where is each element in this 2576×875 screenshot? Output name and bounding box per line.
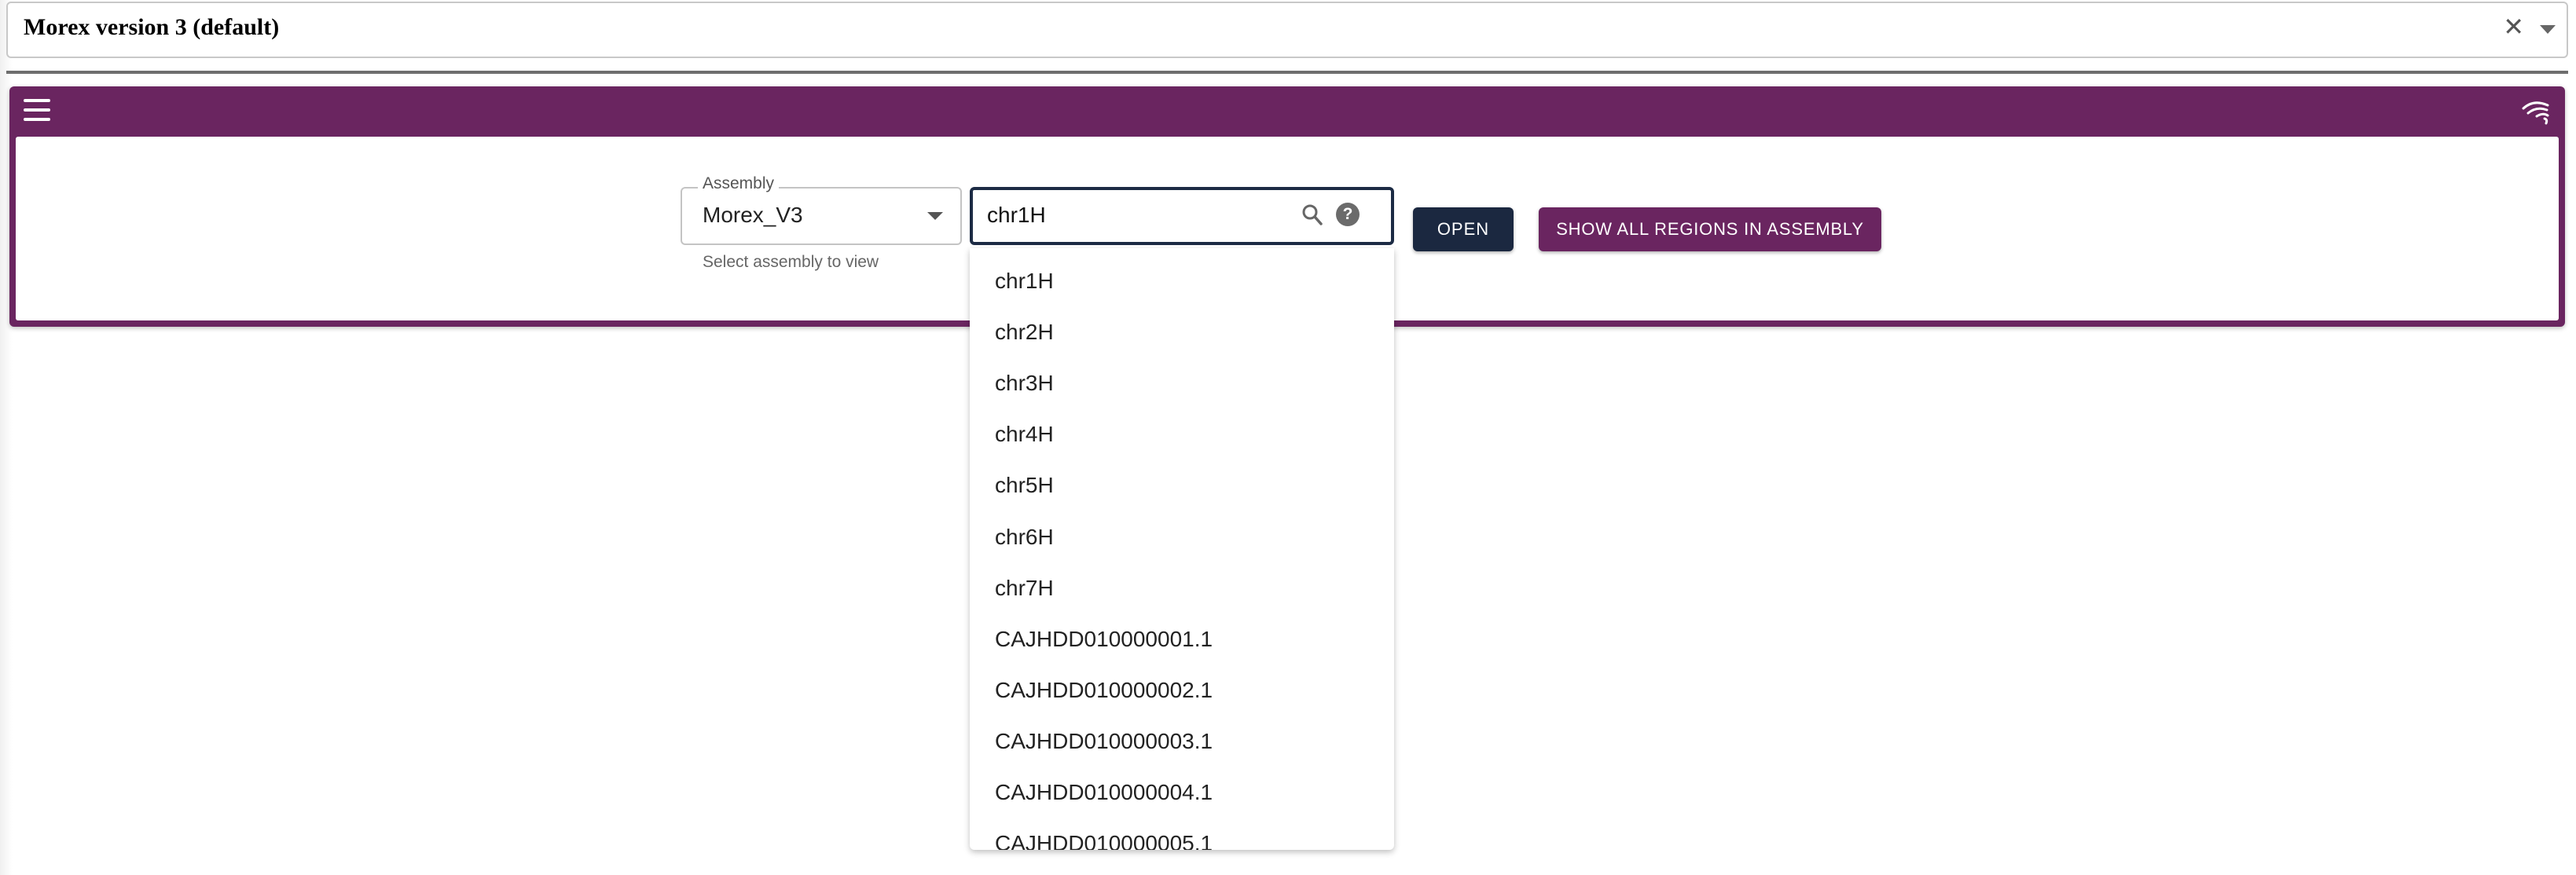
hamburger-menu-icon[interactable] [24,99,50,121]
help-icon[interactable]: ? [1336,203,1360,226]
show-all-regions-button[interactable]: SHOW ALL REGIONS IN ASSEMBLY [1539,207,1881,251]
list-item[interactable]: chr3H [995,371,1054,396]
open-button[interactable]: OPEN [1413,207,1514,251]
list-item[interactable]: CAJHDD010000005.1 [995,831,1213,850]
list-item[interactable]: chr2H [995,320,1054,345]
list-item[interactable]: chr4H [995,422,1054,447]
session-title: Morex version 3 (default) [24,14,280,40]
search-input-value[interactable]: chr1H [987,203,1046,228]
list-item[interactable]: chr1H [995,269,1054,294]
list-item[interactable]: chr6H [995,525,1054,550]
assembly-value[interactable]: Morex_V3 [703,203,803,228]
assembly-label: Assembly [698,174,780,193]
jbrowse-logo-icon[interactable] [2521,97,2552,126]
list-item[interactable]: chr5H [995,473,1054,498]
close-icon[interactable]: ✕ [2503,14,2524,39]
chevron-down-icon[interactable] [927,212,943,220]
list-item[interactable]: CAJHDD010000003.1 [995,729,1213,754]
list-item[interactable]: CAJHDD010000002.1 [995,678,1213,703]
list-item[interactable]: CAJHDD010000001.1 [995,627,1213,652]
list-item[interactable]: chr7H [995,576,1054,601]
search-suggestions-dropdown[interactable]: chr1H chr2H chr3H chr4H chr5H chr6H chr7… [970,248,1394,850]
divider [6,71,2568,74]
assembly-helper-text: Select assembly to view [703,253,879,271]
chevron-down-icon[interactable] [2540,25,2556,34]
search-icon[interactable] [1301,203,1323,226]
session-selector[interactable]: Morex version 3 (default) ✕ [6,2,2568,58]
list-item[interactable]: CAJHDD010000004.1 [995,780,1213,805]
